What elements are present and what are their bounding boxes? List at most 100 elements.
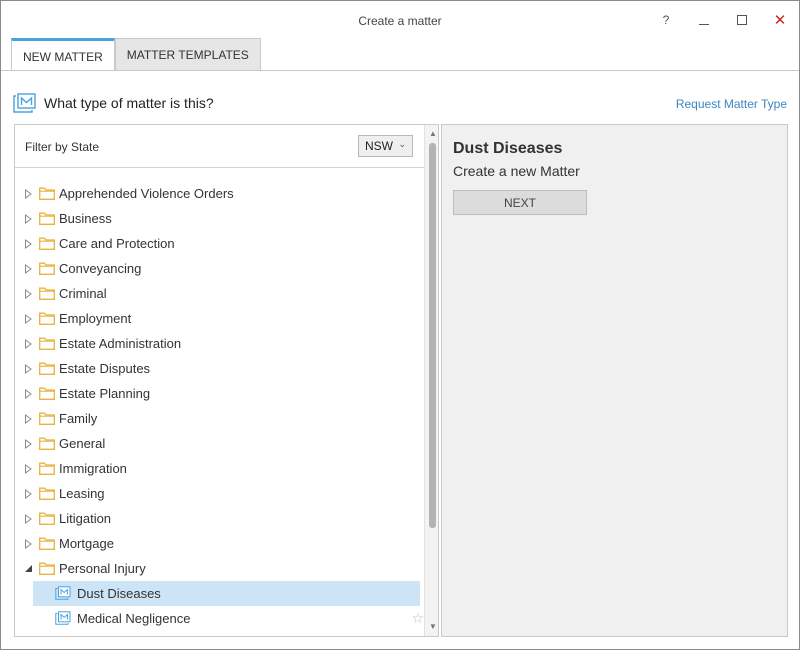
star-icon[interactable]: ☆ [411,610,424,627]
state-select-value: NSW [365,139,393,153]
expand-arrow-icon[interactable] [23,238,33,249]
tree-item-label: Estate Administration [59,336,182,351]
folder-icon [39,187,55,200]
tab-new-matter[interactable]: NEW MATTER [11,38,115,71]
window-title: Create a matter [358,14,442,28]
help-button[interactable]: ? [653,9,679,31]
tree-item-label: Criminal [59,286,107,301]
tree-item-label: Family [59,411,98,426]
folder-icon [39,487,55,500]
scroll-down-arrow-icon[interactable]: ▼ [428,622,438,632]
minimize-icon [699,23,709,25]
tree-item-category[interactable]: Employment [15,306,424,331]
next-button[interactable]: NEXT [453,190,587,215]
folder-icon [39,287,55,300]
tree-item-label: Employment [59,311,132,326]
chevron-down-icon: ⌄ [398,139,406,149]
expand-arrow-icon[interactable] [23,188,33,199]
tree-item-category[interactable]: Conveyancing [15,256,424,281]
expand-arrow-icon[interactable] [23,388,33,399]
folder-icon [39,262,55,275]
expand-arrow-icon[interactable] [23,263,33,274]
folder-icon [39,212,55,225]
folder-icon [39,512,55,525]
tab-divider [1,70,799,71]
filter-by-state-label: Filter by State [25,140,100,154]
expand-arrow-icon[interactable] [23,488,33,499]
detail-subtitle: Create a new Matter [453,163,580,179]
expanded-arrow-icon[interactable] [23,564,33,574]
tree-item-label: Estate Disputes [59,361,151,376]
tree-item-category[interactable]: Apprehended Violence Orders [15,181,424,206]
expand-arrow-icon[interactable] [23,288,33,299]
tree-item-category[interactable]: Mortgage [15,531,424,556]
folder-icon [39,437,55,450]
tree-item-category[interactable]: Immigration [15,456,424,481]
folder-icon [39,462,55,475]
tab-matter-templates[interactable]: MATTER TEMPLATES [114,38,261,71]
tree-item-label: Dust Diseases [77,586,161,601]
tree-item-label: Mortgage [59,536,114,551]
tree-item-label: Care and Protection [59,236,175,251]
maximize-button[interactable] [729,9,755,31]
folder-icon [39,562,55,575]
expand-arrow-icon[interactable] [23,538,33,549]
help-icon: ? [662,13,670,27]
tree-item-category[interactable]: Family [15,406,424,431]
detail-title: Dust Diseases [453,140,563,157]
tree-item-label: Medical Negligence [77,611,191,626]
tree-item-matter-type[interactable]: Medical Negligence ☆ [15,606,424,631]
tree-item-category[interactable]: Litigation [15,506,424,531]
vertical-scrollbar[interactable]: ▲ ▼ [424,125,438,636]
minimize-button[interactable] [691,9,717,31]
folder-icon [39,387,55,400]
tree-item-category[interactable]: Personal Injury [15,556,424,581]
tree-item-category[interactable]: Estate Planning [15,381,424,406]
matter-type-icon [55,586,71,600]
matter-type-panel: Filter by State NSW ⌄ Apprehended Violen… [14,124,439,637]
tree-item-category[interactable]: Criminal [15,281,424,306]
expand-arrow-icon[interactable] [23,413,33,424]
tree-item-label: Apprehended Violence Orders [59,186,234,201]
star-icon[interactable]: ☆ [405,585,418,602]
expand-arrow-icon[interactable] [23,313,33,324]
tree-item-label: Personal Injury [59,561,146,576]
tree-item-category[interactable]: Leasing [15,481,424,506]
tree-item-matter-type[interactable]: Dust Diseases ☆ [33,581,420,606]
tree-item-category[interactable]: Estate Administration [15,331,424,356]
tree-item-label: Litigation [59,511,112,526]
matter-type-tree: Apprehended Violence Orders Business Care … [15,181,424,631]
tree-item-label: Leasing [59,486,105,501]
folder-icon [39,362,55,375]
close-button[interactable]: ✕ [767,9,793,31]
matter-type-icon [13,93,36,113]
scrollbar-thumb[interactable] [429,143,436,528]
folder-icon [39,237,55,250]
page-title: What type of matter is this? [44,95,214,111]
expand-arrow-icon[interactable] [23,463,33,474]
tree-item-label: Estate Planning [59,386,151,401]
folder-icon [39,537,55,550]
tree-item-category[interactable]: Care and Protection [15,231,424,256]
tree-item-category[interactable]: General [15,431,424,456]
folder-icon [39,337,55,350]
tree-item-category[interactable]: Estate Disputes [15,356,424,381]
create-matter-window: Create a matter ? ✕ NEW MATTER MATTER TE… [0,0,800,650]
tree-item-label: Immigration [59,461,127,476]
tree-item-label: Conveyancing [59,261,142,276]
scroll-up-arrow-icon[interactable]: ▲ [428,129,438,139]
expand-arrow-icon[interactable] [23,363,33,374]
state-select[interactable]: NSW ⌄ [358,135,413,157]
expand-arrow-icon[interactable] [23,438,33,449]
expand-arrow-icon[interactable] [23,338,33,349]
matter-type-icon [55,611,71,625]
expand-arrow-icon[interactable] [23,213,33,224]
title-bar: Create a matter ? ✕ [1,1,799,37]
expand-arrow-icon[interactable] [23,513,33,524]
tree-item-label: Business [59,211,112,226]
maximize-icon [737,15,747,25]
matter-detail-panel: Dust Diseases Create a new Matter NEXT [441,124,788,637]
folder-icon [39,312,55,325]
tree-item-category[interactable]: Business [15,206,424,231]
request-matter-type-link[interactable]: Request Matter Type [676,97,787,111]
